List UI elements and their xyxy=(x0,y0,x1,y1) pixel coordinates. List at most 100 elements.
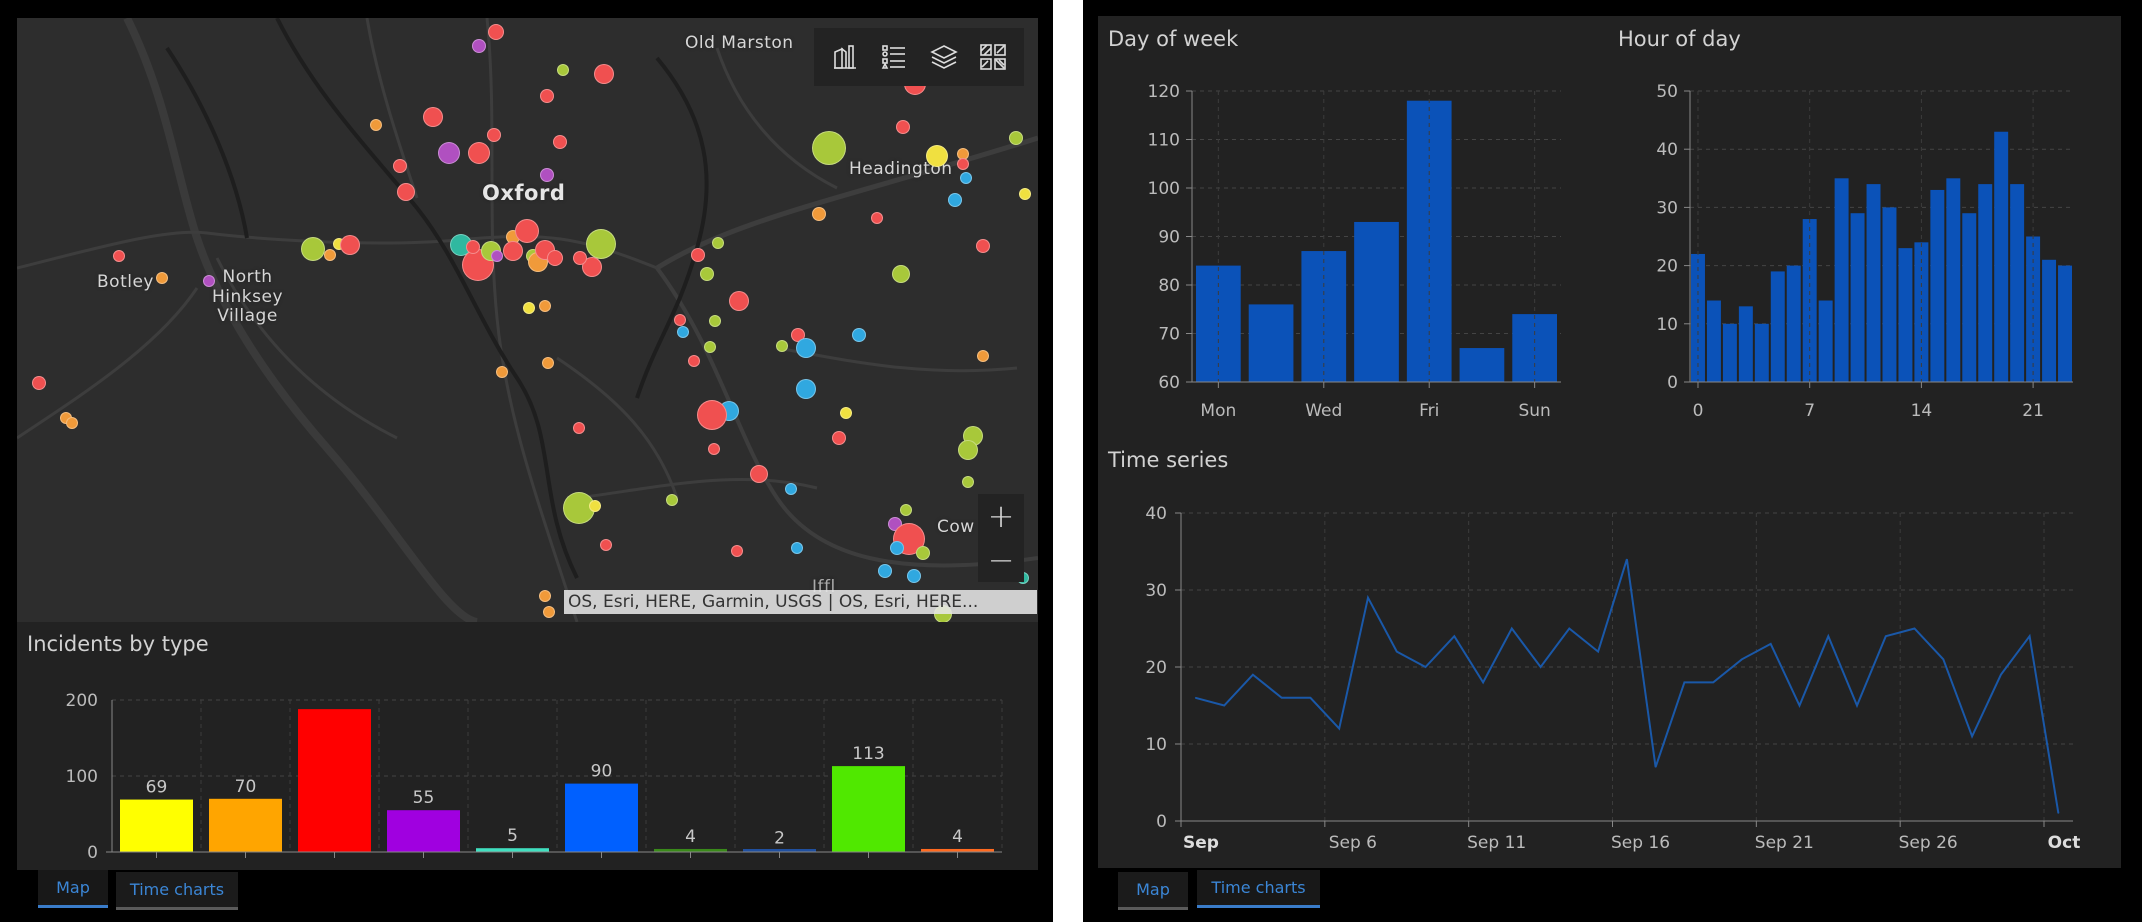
incident-point[interactable] xyxy=(796,379,816,399)
incident-point[interactable] xyxy=(791,542,803,554)
incident-point[interactable] xyxy=(539,300,551,312)
incident-point[interactable] xyxy=(812,131,846,165)
incident-point[interactable] xyxy=(926,145,948,167)
x-tick-label: Sun xyxy=(1518,401,1550,421)
incident-point[interactable] xyxy=(916,546,930,560)
time-series-point xyxy=(1568,628,1570,629)
incident-point[interactable] xyxy=(896,120,910,134)
basemap-gallery-button[interactable] xyxy=(971,35,1015,79)
incident-point[interactable] xyxy=(472,39,486,53)
incident-point[interactable] xyxy=(1009,131,1023,145)
incident-point[interactable] xyxy=(708,443,720,455)
incident-point[interactable] xyxy=(890,541,904,555)
incident-point[interactable] xyxy=(301,237,325,261)
incident-point[interactable] xyxy=(487,128,501,142)
y-tick-label: 200 xyxy=(66,691,98,711)
zoom-in-button[interactable]: + xyxy=(978,494,1024,538)
incident-point[interactable] xyxy=(370,119,382,131)
incident-point[interactable] xyxy=(594,64,614,84)
incident-point[interactable] xyxy=(113,250,125,262)
tab-map[interactable]: Map xyxy=(38,870,108,908)
incident-point[interactable] xyxy=(539,590,551,602)
incident-point[interactable] xyxy=(540,168,554,182)
incident-point[interactable] xyxy=(892,265,910,283)
incident-point[interactable] xyxy=(852,328,866,342)
incident-point[interactable] xyxy=(962,476,974,488)
incident-point[interactable] xyxy=(976,239,990,253)
incident-point[interactable] xyxy=(573,251,587,265)
incident-point[interactable] xyxy=(553,135,567,149)
incident-point[interactable] xyxy=(491,250,503,262)
y-tick-label: 100 xyxy=(66,767,98,787)
incident-point[interactable] xyxy=(697,400,727,430)
tab-map[interactable]: Map xyxy=(1118,872,1188,910)
incident-point[interactable] xyxy=(812,207,826,221)
incident-point[interactable] xyxy=(960,172,972,184)
incident-point[interactable] xyxy=(977,350,989,362)
incident-point[interactable] xyxy=(677,326,689,338)
incident-point[interactable] xyxy=(340,235,360,255)
incident-point[interactable] xyxy=(547,250,563,266)
chart-tool-button[interactable] xyxy=(823,35,867,79)
incident-point[interactable] xyxy=(729,291,749,311)
incident-point[interactable] xyxy=(466,240,480,254)
incident-point[interactable] xyxy=(840,407,852,419)
incident-point[interactable] xyxy=(712,237,724,249)
incident-point[interactable] xyxy=(543,606,555,618)
incident-point[interactable] xyxy=(832,431,846,445)
place-label-oxford: Oxford xyxy=(482,181,566,205)
incident-point[interactable] xyxy=(776,340,788,352)
incident-point[interactable] xyxy=(438,142,460,164)
incident-point[interactable] xyxy=(32,376,46,390)
tab-time-charts[interactable]: Time charts xyxy=(1197,870,1320,908)
incident-point[interactable] xyxy=(488,24,504,40)
incident-point[interactable] xyxy=(957,158,969,170)
incident-point[interactable] xyxy=(540,89,554,103)
incident-point[interactable] xyxy=(900,504,912,516)
incident-point[interactable] xyxy=(948,193,962,207)
legend-button[interactable] xyxy=(872,35,916,79)
incident-point[interactable] xyxy=(203,275,215,287)
incident-point[interactable] xyxy=(750,465,768,483)
incident-point[interactable] xyxy=(423,107,443,127)
incident-point[interactable] xyxy=(324,249,336,261)
incident-point[interactable] xyxy=(704,341,716,353)
incident-point[interactable] xyxy=(515,219,539,243)
incident-point[interactable] xyxy=(468,142,490,164)
incident-point[interactable] xyxy=(557,64,569,76)
incident-point[interactable] xyxy=(907,569,921,583)
incident-point[interactable] xyxy=(674,314,686,326)
time-series-point xyxy=(1885,635,1887,637)
place-label-old-marston: Old Marston xyxy=(685,33,794,53)
incident-point[interactable] xyxy=(666,494,678,506)
map-view[interactable]: Old Marston Headington Oxford Botley Nor… xyxy=(17,18,1038,622)
incident-point[interactable] xyxy=(871,212,883,224)
incident-point[interactable] xyxy=(523,302,535,314)
incident-point[interactable] xyxy=(589,500,601,512)
incident-point[interactable] xyxy=(878,564,892,578)
incident-point[interactable] xyxy=(691,248,705,262)
layers-button[interactable] xyxy=(922,35,966,79)
zoom-out-button[interactable]: − xyxy=(978,538,1024,582)
incident-point[interactable] xyxy=(700,267,714,281)
incident-point[interactable] xyxy=(1019,188,1031,200)
incident-point[interactable] xyxy=(785,483,797,495)
tab-time-charts[interactable]: Time charts xyxy=(116,872,238,910)
incident-point[interactable] xyxy=(573,422,585,434)
incident-point[interactable] xyxy=(397,183,415,201)
incident-point[interactable] xyxy=(600,539,612,551)
y-tick-label: 60 xyxy=(1158,373,1180,393)
map-attribution[interactable]: OS, Esri, HERE, Garmin, USGS | OS, Esri,… xyxy=(564,590,1037,614)
incident-point[interactable] xyxy=(503,241,523,261)
incident-point[interactable] xyxy=(496,366,508,378)
incident-point[interactable] xyxy=(796,338,816,358)
incident-point[interactable] xyxy=(709,315,721,327)
incident-point[interactable] xyxy=(542,357,554,369)
incident-point[interactable] xyxy=(393,159,407,173)
incident-point[interactable] xyxy=(958,440,978,460)
incident-point[interactable] xyxy=(688,355,700,367)
incident-point[interactable] xyxy=(156,272,168,284)
incident-point[interactable] xyxy=(731,545,743,557)
incident-point[interactable] xyxy=(586,229,616,259)
incident-point[interactable] xyxy=(66,417,78,429)
